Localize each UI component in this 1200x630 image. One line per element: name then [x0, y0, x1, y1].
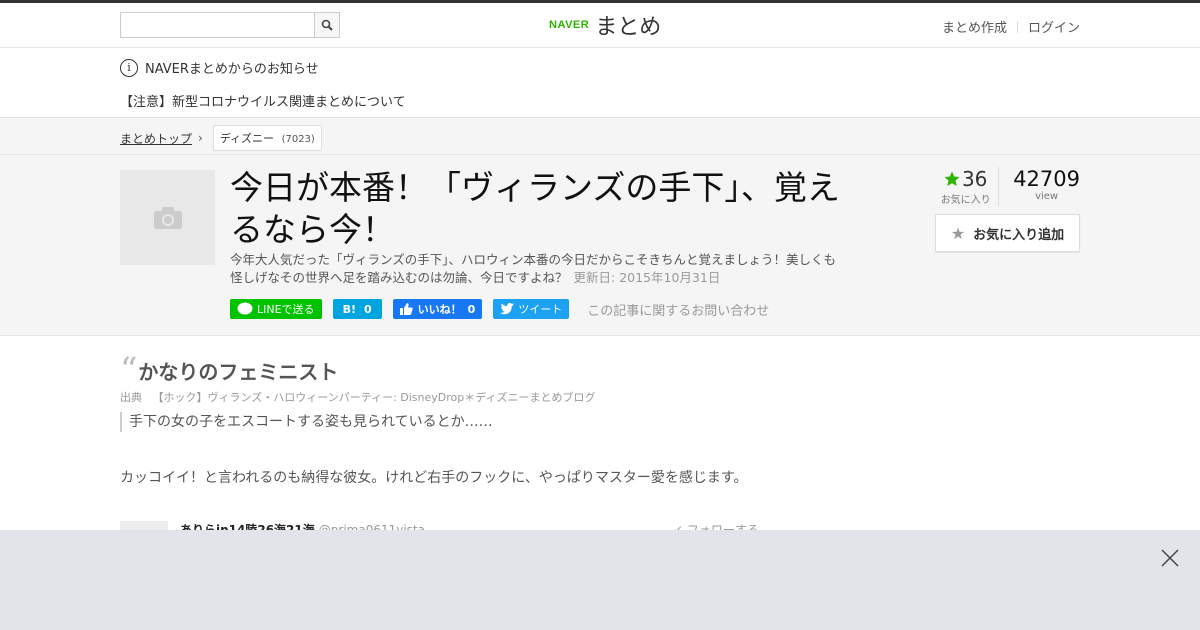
green-star-icon [944, 171, 960, 186]
article-stats: 36 お気に入り 42709 view [933, 167, 1080, 206]
notice-heading: i NAVERまとめからのお知らせ [120, 58, 319, 77]
source-link[interactable]: 【ホック】ヴィランズ・ハロウィーンパーティー: DisneyDrop＊ディズニー… [153, 391, 596, 404]
favorites-count-row: 36 [933, 167, 998, 191]
tag-count: (7023) [281, 134, 315, 145]
site-logo[interactable]: NAVER まとめ [549, 11, 662, 40]
quote-body: 手下の女の子をエスコートする姿も見られているとか…… [120, 412, 493, 432]
info-icon: i [120, 58, 138, 77]
hatena-count: 0 [363, 302, 372, 316]
facebook-like-label: いいね！ [417, 303, 462, 316]
search-box [120, 12, 340, 38]
breadcrumb-bar: まとめトップ › ディズニー (7023) [0, 118, 1200, 155]
article-header: 今日が本番！「ヴィランズの手下」、覚えるなら今！ 今年大人気だった「ヴィランズの… [0, 155, 1200, 336]
line-share-label: LINEで送る [257, 303, 315, 316]
paragraph-text: カッコイイ！と言われるのも納得な彼女。けれど右手のフックに、やっぱりマスター愛を… [120, 470, 748, 486]
contact-link[interactable]: この記事に関するお問い合わせ [587, 300, 769, 319]
notice-item-link[interactable]: 【注意】新型コロナウイルス関連まとめについて [120, 91, 406, 110]
views-stat: 42709 view [1013, 167, 1080, 206]
facebook-like-count: 0 [467, 302, 476, 316]
breadcrumb: まとめトップ › ディズニー (7023) [120, 125, 322, 151]
logo-naver: NAVER [549, 19, 590, 31]
favorites-count: 36 [961, 167, 988, 191]
view-label: view [1035, 191, 1059, 202]
tweet-label: ツイート [518, 303, 563, 316]
source-label: 出典 [120, 391, 142, 404]
quote-mark-icon: “ [120, 349, 138, 390]
close-icon[interactable] [1160, 548, 1180, 568]
login-link[interactable]: ログイン [1028, 17, 1080, 36]
breadcrumb-top-link[interactable]: まとめトップ [120, 130, 192, 147]
notice-title: NAVERまとめからのお知らせ [145, 62, 319, 77]
add-favorite-label: お気に入り追加 [973, 227, 1065, 243]
article-description: 今年大人気だった「ヴィランズの手下」、ハロウィン本番の今日だからこそきちんと覚え… [230, 251, 845, 287]
search-button[interactable] [314, 13, 339, 37]
view-count: 42709 [1013, 167, 1080, 191]
nav-divider [1016, 20, 1018, 33]
hatena-bookmark-button[interactable]: B! 0 [332, 299, 382, 319]
add-favorite-button[interactable]: ★ お気に入り追加 [935, 214, 1080, 252]
tag-label: ディズニー [219, 132, 275, 145]
favorites-label: お気に入り [940, 195, 991, 206]
tweet-button[interactable]: ツイート [493, 299, 570, 319]
camera-icon [153, 206, 182, 229]
star-icon: ★ [950, 223, 966, 243]
facebook-like-button[interactable]: いいね！ 0 [392, 299, 483, 319]
thumbs-up-icon [399, 303, 413, 315]
article-thumbnail [120, 170, 215, 265]
hatena-icon: B! [342, 302, 356, 316]
notice-section: i NAVERまとめからのお知らせ 【注意】新型コロナウイルス関連まとめについて [0, 48, 1200, 118]
header-nav: まとめ作成 ログイン [942, 17, 1080, 36]
site-header: NAVER まとめ まとめ作成 ログイン [0, 3, 1200, 48]
twitter-bird-icon [500, 303, 515, 315]
article-title: 今日が本番！「ヴィランズの手下」、覚えるなら今！ [230, 168, 840, 249]
updated-date: 更新日: 2015年10月31日 [573, 270, 721, 285]
description-text: 今年大人気だった「ヴィランズの手下」、ハロウィン本番の今日だからこそきちんと覚え… [230, 252, 837, 285]
logo-matome: まとめ [595, 15, 662, 40]
line-share-button[interactable]: LINEで送る [230, 299, 322, 319]
create-matome-link[interactable]: まとめ作成 [942, 17, 1007, 36]
chevron-right-icon: › [198, 131, 203, 145]
breadcrumb-tag[interactable]: ディズニー (7023) [212, 125, 322, 151]
quote-heading: “ かなりのフェミニスト [120, 349, 339, 390]
bottom-overlay-banner [0, 530, 1200, 630]
line-icon [237, 302, 253, 315]
quote-title: かなりのフェミニスト [138, 360, 339, 384]
search-icon [321, 19, 333, 31]
source-line: 出典 【ホック】ヴィランズ・ハロウィーンパーティー: DisneyDrop＊ディ… [120, 389, 595, 405]
search-input[interactable] [121, 13, 314, 37]
share-bar: LINEで送る B! 0 いいね！ 0 ツイート この記事に関するお問い合わせ [230, 299, 769, 319]
favorites-stat: 36 お気に入り [933, 167, 1000, 206]
